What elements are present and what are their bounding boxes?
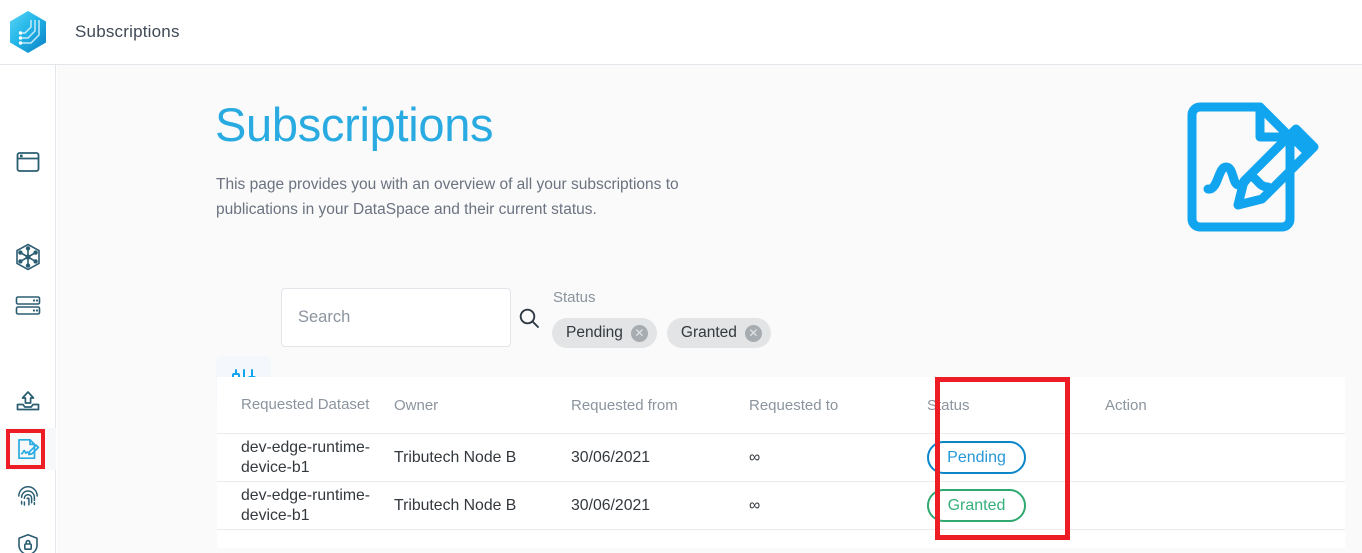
page-description: This page provides you with an overview … <box>216 176 679 219</box>
cell-requested-dataset: dev-edge-runtime-device-b1 <box>241 487 371 524</box>
table-row[interactable]: dev-edge-runtime-device-b1 Tributech Nod… <box>217 434 1345 482</box>
fingerprint-icon <box>16 485 40 509</box>
cell-requested-dataset: dev-edge-runtime-device-b1 <box>241 439 371 476</box>
chip-pending[interactable]: Pending ✕ <box>552 318 657 348</box>
cell-status: Pending <box>927 441 1105 474</box>
table-footer <box>217 530 1345 548</box>
status-badge-granted[interactable]: Granted <box>927 489 1026 522</box>
tributech-hex-logo-icon[interactable] <box>0 0 56 65</box>
sidebar-item-subscriptions[interactable] <box>0 428 56 470</box>
search-icon[interactable] <box>518 307 556 329</box>
cell-owner: Tributech Node B <box>394 496 517 514</box>
cell-requested-from: 30/06/2021 <box>571 496 651 514</box>
circle-x-icon[interactable]: ✕ <box>744 324 762 342</box>
document-sign-icon <box>16 437 40 461</box>
network-hex-icon <box>15 243 41 271</box>
status-badge-pending[interactable]: Pending <box>927 441 1026 474</box>
cell-requested-from: 30/06/2021 <box>571 448 651 466</box>
sidebar-nav <box>0 65 56 553</box>
browser-window-icon <box>16 151 40 173</box>
cell-requested-to: ∞ <box>749 448 761 466</box>
upload-tray-icon <box>15 390 41 414</box>
shield-lock-icon <box>17 533 39 553</box>
sidebar-item-dashboard[interactable] <box>0 141 56 183</box>
page-title: Subscriptions <box>215 98 494 151</box>
server-rack-icon <box>15 295 41 317</box>
sidebar-item-network[interactable] <box>0 236 56 278</box>
status-filter-label: Status <box>553 289 596 306</box>
chip-granted-label: Granted <box>680 324 737 341</box>
column-header-status: Status <box>927 396 970 414</box>
status-filter-chips: Pending ✕ Granted ✕ <box>552 318 771 348</box>
sidebar-item-publications[interactable] <box>0 381 56 423</box>
column-header-requested-from: Requested from <box>571 396 678 414</box>
sidebar-item-security[interactable] <box>0 524 56 553</box>
column-header-requested-to: Requested to <box>749 396 839 414</box>
cell-requested-to: ∞ <box>749 496 761 514</box>
sidebar-item-identity[interactable] <box>0 476 56 518</box>
search-input[interactable] <box>282 308 518 327</box>
table-header-row: Requested Dataset Owner Requested from R… <box>217 377 1345 434</box>
column-header-action: Action <box>1105 396 1147 414</box>
subscriptions-table: Requested Dataset Owner Requested from R… <box>217 377 1345 548</box>
search-box[interactable] <box>281 288 539 347</box>
chip-granted[interactable]: Granted ✕ <box>666 318 771 348</box>
cell-owner: Tributech Node B <box>394 448 517 466</box>
top-bar: Subscriptions <box>0 0 1362 65</box>
app-title: Subscriptions <box>75 22 180 41</box>
document-with-pencil-illustration-icon <box>1182 97 1332 242</box>
column-header-requested-dataset: Requested Dataset <box>241 395 370 413</box>
column-header-owner: Owner <box>394 396 439 414</box>
chip-pending-label: Pending <box>566 324 623 341</box>
table-row[interactable]: dev-edge-runtime-device-b1 Tributech Nod… <box>217 482 1345 530</box>
app-root: Subscriptions Subscriptions This page pr… <box>0 0 1362 553</box>
circle-x-icon[interactable]: ✕ <box>630 324 648 342</box>
main-content: Subscriptions This page provides you wit… <box>57 65 1362 553</box>
cell-status: Granted <box>927 489 1105 522</box>
sidebar-item-datasets[interactable] <box>0 285 56 327</box>
